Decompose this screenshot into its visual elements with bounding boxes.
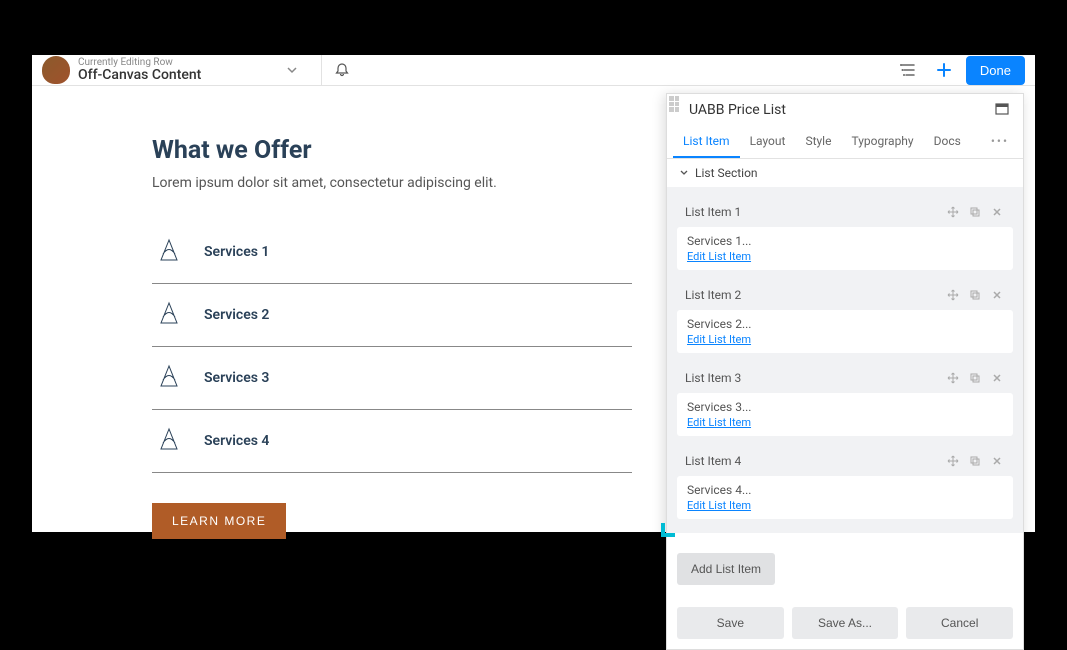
service-label: Services 3 — [204, 370, 269, 386]
list-item-row: List Item 2 Services 2... Edit List Item — [677, 280, 1013, 353]
panel-tabs: List Item Layout Style Typography Docs •… — [667, 126, 1023, 159]
list-item-card: Services 3... Edit List Item — [677, 393, 1013, 436]
add-list-item-button[interactable]: Add List Item — [677, 553, 775, 585]
move-item-button[interactable] — [945, 204, 961, 220]
service-item[interactable]: Services 2 — [152, 284, 632, 347]
beaver-logo-icon — [42, 56, 70, 84]
duplicate-item-button[interactable] — [967, 453, 983, 469]
list-item-row: List Item 3 Services 3... Edit List Item — [677, 363, 1013, 436]
panel-footer: Save Save As... Cancel — [667, 599, 1023, 649]
move-item-button[interactable] — [945, 287, 961, 303]
close-icon — [992, 456, 1002, 466]
list-item-text: Services 4... — [687, 483, 1003, 497]
move-item-button[interactable] — [945, 453, 961, 469]
service-icon — [152, 298, 186, 332]
bell-icon — [334, 62, 350, 78]
duplicate-icon — [969, 372, 981, 384]
outline-icon — [899, 61, 917, 79]
panel-body: List Item 1 Services 1... Edit List Item… — [667, 187, 1023, 533]
delete-item-button[interactable] — [989, 453, 1005, 469]
edit-list-item-link[interactable]: Edit List Item — [687, 416, 751, 429]
service-icon — [152, 424, 186, 458]
selection-corner-icon — [661, 523, 675, 537]
service-icon — [152, 361, 186, 395]
edit-list-item-link[interactable]: Edit List Item — [687, 333, 751, 346]
close-icon — [992, 290, 1002, 300]
service-list: Services 1 Services 2 Services 3 Service… — [152, 221, 632, 473]
delete-item-button[interactable] — [989, 370, 1005, 386]
window-icon — [995, 102, 1009, 116]
service-item[interactable]: Services 1 — [152, 221, 632, 284]
editing-name: Off-Canvas Content — [78, 68, 201, 83]
expand-panel-button[interactable] — [995, 102, 1011, 118]
panel-title: UABB Price List — [689, 102, 786, 118]
list-item-row: List Item 4 Services 4... Edit List Item — [677, 446, 1013, 519]
service-item[interactable]: Services 4 — [152, 410, 632, 473]
move-icon — [947, 372, 959, 384]
panel-header: UABB Price List — [667, 94, 1023, 126]
list-item-header: List Item 2 — [677, 280, 1013, 310]
list-item-title: List Item 1 — [685, 205, 741, 219]
move-icon — [947, 455, 959, 467]
drag-handle-icon[interactable] — [669, 96, 679, 112]
list-item-card: Services 2... Edit List Item — [677, 310, 1013, 353]
notifications-button[interactable] — [321, 55, 351, 85]
edit-list-item-link[interactable]: Edit List Item — [687, 250, 751, 263]
duplicate-icon — [969, 289, 981, 301]
close-icon — [992, 207, 1002, 217]
save-as-button[interactable]: Save As... — [792, 607, 899, 639]
duplicate-icon — [969, 455, 981, 467]
list-item-card: Services 1... Edit List Item — [677, 227, 1013, 270]
move-icon — [947, 289, 959, 301]
delete-item-button[interactable] — [989, 287, 1005, 303]
list-item-card: Services 4... Edit List Item — [677, 476, 1013, 519]
cancel-button[interactable]: Cancel — [906, 607, 1013, 639]
service-label: Services 1 — [204, 244, 269, 260]
tab-layout[interactable]: Layout — [740, 126, 796, 158]
add-button[interactable] — [930, 56, 958, 84]
duplicate-item-button[interactable] — [967, 370, 983, 386]
service-item[interactable]: Services 3 — [152, 347, 632, 410]
outline-button[interactable] — [894, 56, 922, 84]
expand-button[interactable] — [279, 57, 305, 83]
tab-more[interactable]: ••• — [983, 126, 1017, 158]
learn-more-button[interactable]: LEARN MORE — [152, 503, 286, 539]
duplicate-item-button[interactable] — [967, 204, 983, 220]
move-icon — [947, 206, 959, 218]
done-button[interactable]: Done — [966, 56, 1025, 85]
edit-list-item-link[interactable]: Edit List Item — [687, 499, 751, 512]
tab-docs[interactable]: Docs — [924, 126, 971, 158]
tab-style[interactable]: Style — [795, 126, 841, 158]
section-label: List Section — [695, 166, 758, 180]
tab-list-item[interactable]: List Item — [673, 126, 740, 158]
list-item-row: List Item 1 Services 1... Edit List Item — [677, 197, 1013, 270]
tab-typography[interactable]: Typography — [841, 126, 923, 158]
service-icon — [152, 235, 186, 269]
section-toggle[interactable]: List Section — [667, 159, 1023, 187]
list-item-text: Services 2... — [687, 317, 1003, 331]
close-icon — [992, 373, 1002, 383]
list-item-title: List Item 4 — [685, 454, 741, 468]
list-item-text: Services 3... — [687, 400, 1003, 414]
delete-item-button[interactable] — [989, 204, 1005, 220]
list-item-text: Services 1... — [687, 234, 1003, 248]
chevron-down-icon — [286, 64, 298, 76]
chevron-down-icon — [679, 168, 689, 178]
settings-panel: UABB Price List List Item Layout Style T… — [666, 93, 1024, 650]
service-label: Services 4 — [204, 433, 269, 449]
duplicate-icon — [969, 206, 981, 218]
list-item-header: List Item 3 — [677, 363, 1013, 393]
save-button[interactable]: Save — [677, 607, 784, 639]
list-item-header: List Item 1 — [677, 197, 1013, 227]
title-block[interactable]: Currently Editing Row Off-Canvas Content — [78, 57, 201, 83]
list-item-title: List Item 3 — [685, 371, 741, 385]
service-label: Services 2 — [204, 307, 269, 323]
duplicate-item-button[interactable] — [967, 287, 983, 303]
plus-icon — [935, 61, 953, 79]
list-item-header: List Item 4 — [677, 446, 1013, 476]
list-item-title: List Item 2 — [685, 288, 741, 302]
top-bar: Currently Editing Row Off-Canvas Content… — [32, 55, 1035, 86]
move-item-button[interactable] — [945, 370, 961, 386]
